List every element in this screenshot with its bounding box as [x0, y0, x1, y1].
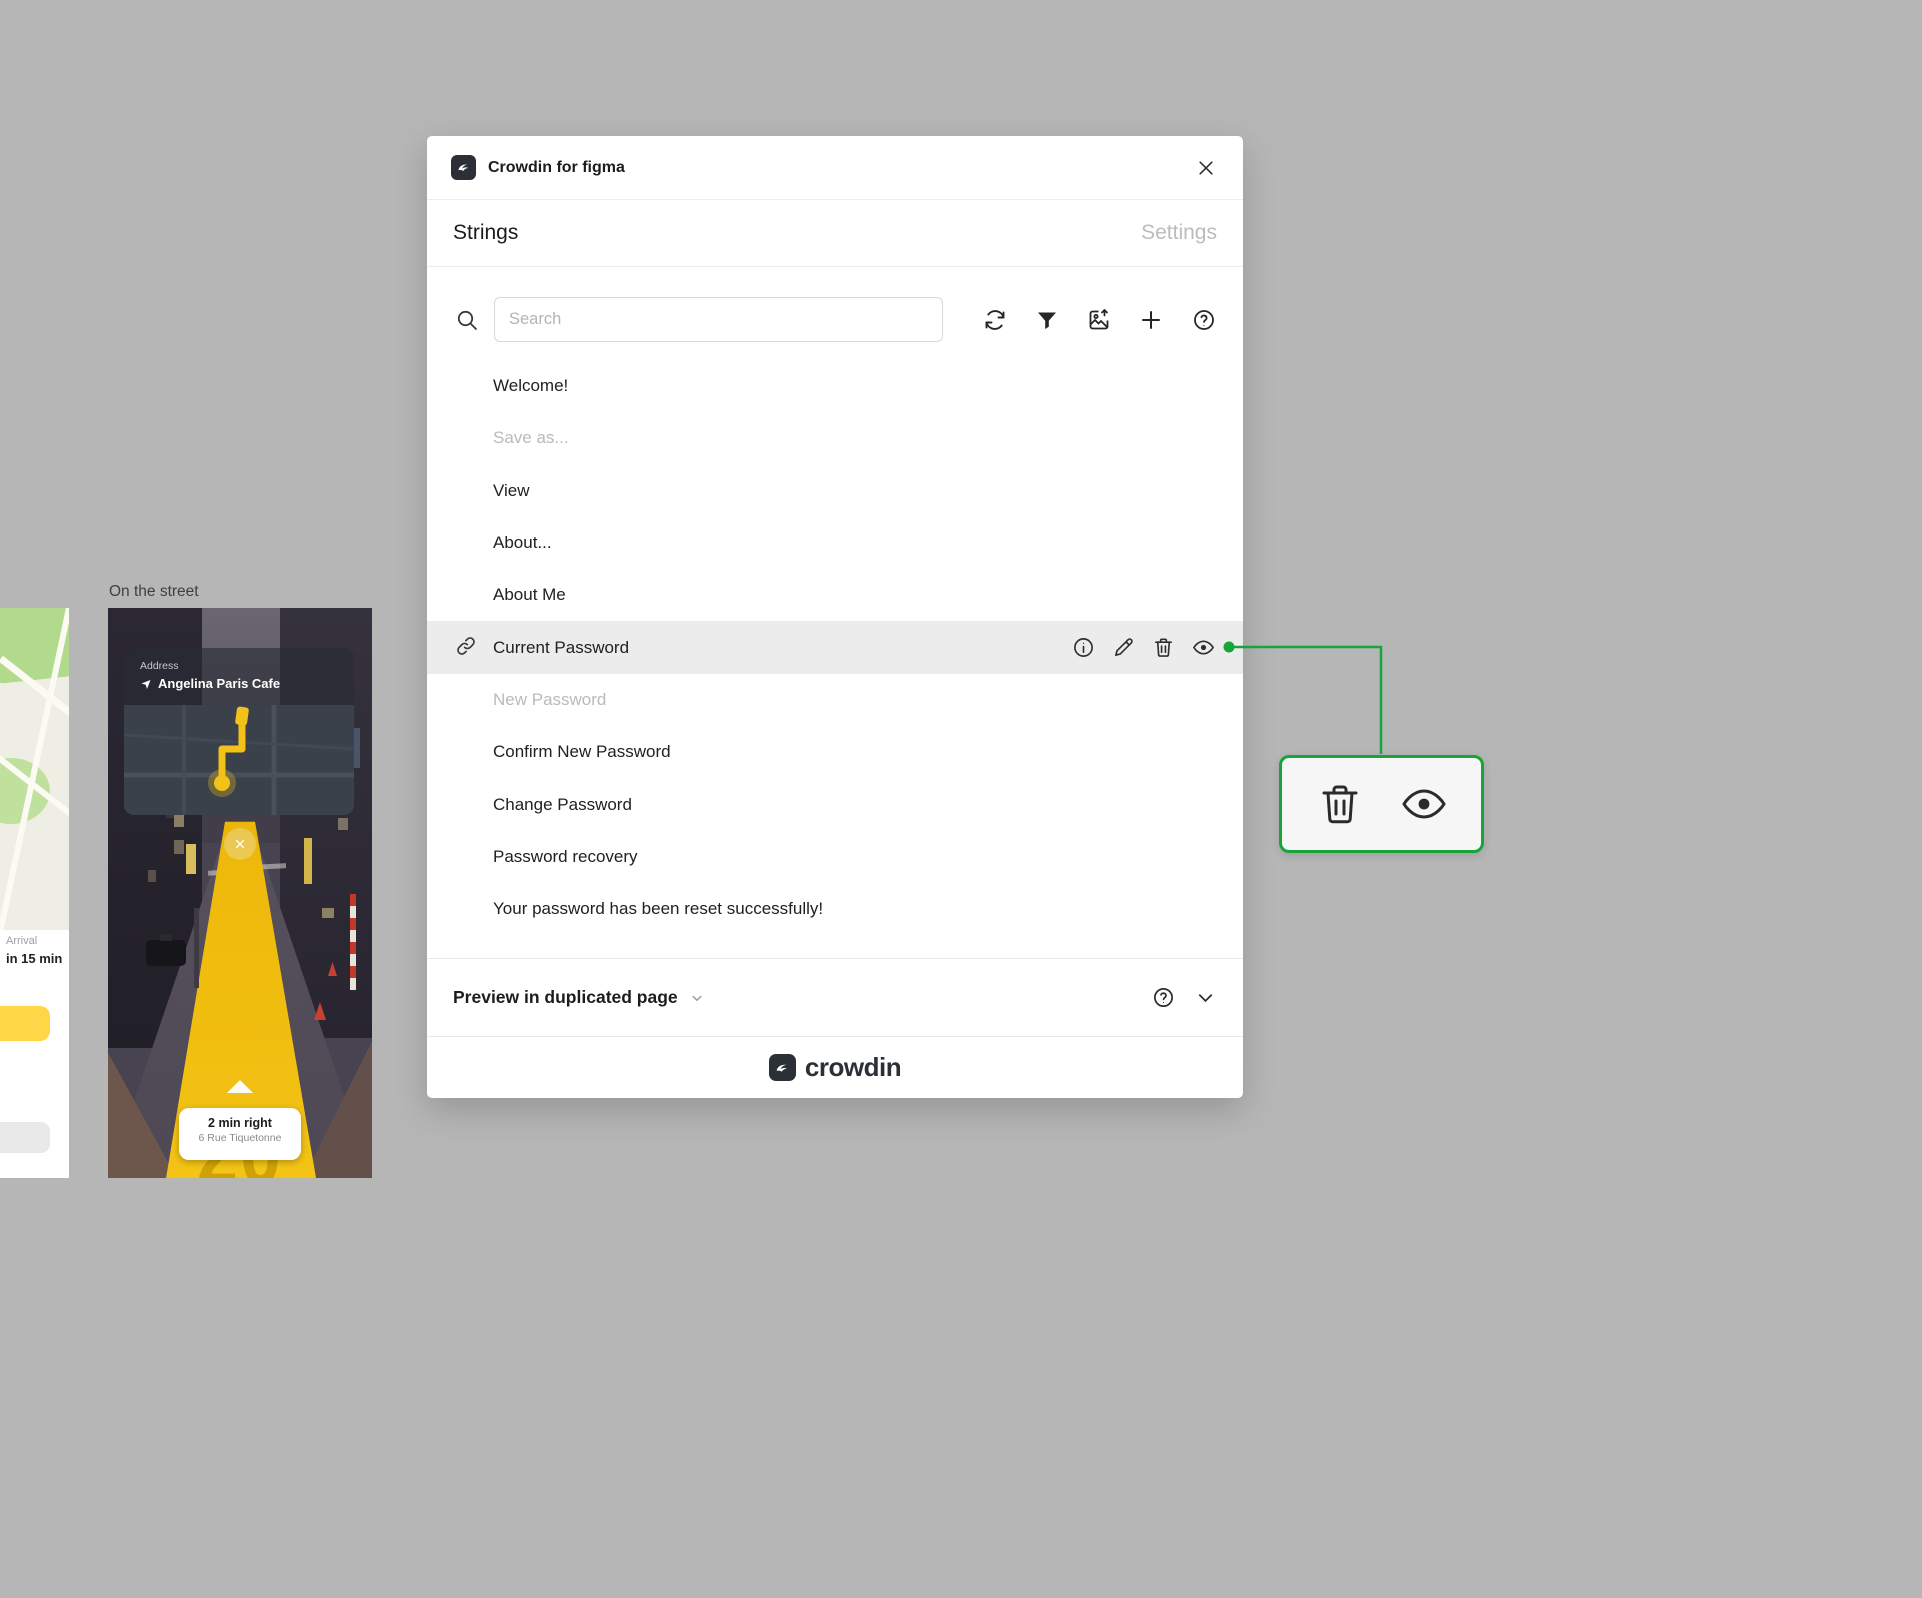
string-label: Your password has been reset successfull… [493, 899, 824, 919]
address-value: Angelina Paris Cafe [158, 676, 281, 691]
figma-frame-ar-street[interactable]: 20 Address Angelina Paris Cafe [108, 608, 372, 1178]
lit-window [338, 818, 348, 830]
preview-eye-icon [1400, 780, 1448, 828]
lit-sign [304, 838, 312, 884]
string-row[interactable]: Change Password [427, 778, 1243, 830]
edit-icon[interactable] [1111, 635, 1136, 660]
plugin-title: Crowdin for figma [488, 158, 625, 176]
string-row-selected[interactable]: Current Password [427, 621, 1243, 674]
preview-bar-actions [1151, 986, 1217, 1010]
string-row[interactable]: Save as... [427, 412, 1243, 464]
close-icon [234, 838, 246, 850]
mini-map [124, 705, 354, 815]
preview-label: Preview in duplicated page [453, 987, 678, 1007]
string-label: Password recovery [493, 846, 638, 866]
tab-settings[interactable]: Settings [1141, 221, 1217, 245]
string-row[interactable]: About... [427, 517, 1243, 569]
direction-subtitle: 6 Rue Tiquetonne [198, 1132, 282, 1144]
preview-eye-icon[interactable] [1191, 635, 1216, 660]
search-input[interactable] [494, 297, 943, 342]
add-string-icon[interactable] [1139, 308, 1163, 332]
preview-bar[interactable]: Preview in duplicated page [427, 958, 1243, 1036]
ride-yellow-button [0, 1006, 50, 1041]
address-label: Address [140, 660, 179, 672]
crowdin-logo-icon [768, 1054, 796, 1081]
string-label: About Me [493, 585, 566, 605]
delete-icon [1316, 780, 1364, 828]
plugin-header: Crowdin for figma [427, 136, 1243, 200]
lit-sign [186, 844, 196, 874]
direction-card: 2 min right 6 Rue Tiquetonne [179, 1108, 301, 1160]
tab-strings[interactable]: Strings [453, 221, 518, 245]
crowdin-brand-footer: crowdin [427, 1036, 1243, 1098]
crowdin-plugin-window: Crowdin for figma Strings Settings Searc… [427, 136, 1243, 1098]
parked-car-roof [160, 934, 172, 941]
string-row[interactable]: Your password has been reset successfull… [427, 883, 1243, 935]
ride-gray-pill [0, 1122, 50, 1153]
ride-map [0, 608, 69, 930]
striped-pole [350, 894, 356, 990]
lit-window [174, 840, 184, 854]
address-card: Address Angelina Paris Cafe [124, 648, 354, 815]
link-icon [455, 635, 479, 659]
lit-window [174, 813, 184, 827]
string-row[interactable]: View [427, 465, 1243, 517]
plugin-tabs: Strings Settings [427, 200, 1243, 267]
help-icon[interactable] [1151, 986, 1175, 1010]
string-row-actions [1071, 621, 1216, 673]
refresh-icon[interactable] [983, 308, 1007, 332]
info-icon[interactable] [1071, 635, 1096, 660]
ar-close-button[interactable] [224, 828, 256, 860]
preview-expand-chevron-icon[interactable] [688, 989, 706, 1007]
parked-car [146, 940, 186, 966]
navigation-arrow-icon [140, 678, 152, 690]
arrival-label: Arrival [6, 935, 38, 947]
string-label: Save as... [493, 428, 569, 448]
filter-icon[interactable] [1035, 308, 1059, 332]
plugin-toolbar [427, 267, 1243, 360]
upload-screenshot-icon[interactable] [1087, 308, 1111, 332]
string-label: New Password [493, 689, 607, 709]
figma-canvas: Arrival in 15 min On the street 20 [0, 0, 1922, 1598]
string-label: Welcome! [493, 376, 569, 396]
strings-list: Welcome! Save as... View About... About … [427, 360, 1243, 958]
lit-window [148, 870, 156, 882]
string-label: About... [493, 533, 552, 553]
search-icon [455, 308, 479, 332]
lit-window [322, 908, 334, 918]
frame-title[interactable]: On the street [109, 583, 199, 601]
string-row[interactable]: Welcome! [427, 360, 1243, 412]
path-direction-arrow [227, 1080, 253, 1093]
figma-frame-ride-partial[interactable]: Arrival in 15 min [0, 608, 69, 1178]
crowdin-logo-icon [451, 155, 476, 180]
help-icon[interactable] [1192, 308, 1216, 332]
string-label: View [493, 480, 530, 500]
string-row[interactable]: New Password [427, 674, 1243, 726]
string-row[interactable]: Password recovery [427, 831, 1243, 883]
crowdin-wordmark: crowdin [804, 1052, 902, 1082]
delete-icon[interactable] [1151, 635, 1176, 660]
string-label: Change Password [493, 794, 632, 814]
close-icon[interactable] [1193, 155, 1219, 181]
string-row[interactable]: Confirm New Password [427, 726, 1243, 778]
collapse-chevron-icon[interactable] [1193, 986, 1217, 1010]
string-label: Confirm New Password [493, 742, 671, 762]
street-pole [194, 908, 199, 988]
string-row[interactable]: About Me [427, 569, 1243, 621]
arrival-value: in 15 min [6, 951, 63, 966]
string-label: Current Password [493, 637, 630, 657]
direction-title: 2 min right [208, 1116, 272, 1130]
annotation-callout [1279, 755, 1484, 853]
